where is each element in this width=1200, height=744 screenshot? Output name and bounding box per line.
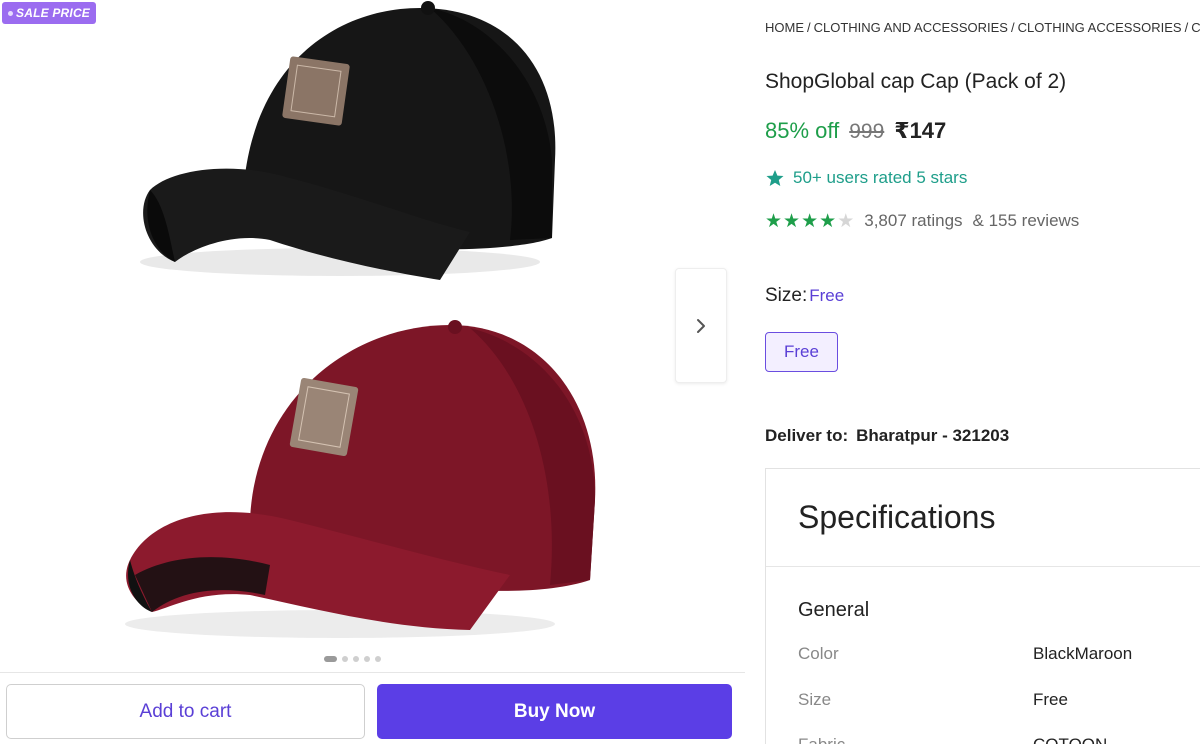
ratings-summary[interactable]: ★ ★ ★ ★ ★ 3,807 ratings & 155 reviews [765,211,1079,231]
spec-value: BlackMaroon [1033,644,1133,663]
buy-now-button[interactable]: Buy Now [377,684,732,739]
add-to-cart-button[interactable]: Add to cart [6,684,365,739]
spec-group-title: General [798,599,870,621]
product-image[interactable] [90,0,650,650]
product-title: ShopGlobal cap Cap (Pack of 2) [765,70,1067,93]
product-gallery: SALE PRICE Add to cart Buy Now [0,0,745,744]
breadcrumb-clothing-and-accessories[interactable]: CLOTHING AND ACCESSORIES [814,20,1008,35]
deliver-to-label: Deliver to: [765,426,849,445]
price-row: 85% off 999 ₹147 [765,118,946,144]
pagination-dot[interactable] [342,656,348,662]
pagination-dot[interactable] [353,656,359,662]
size-label-text: Size: [765,285,808,306]
star-filled-icon: ★ [819,210,837,232]
size-option-free[interactable]: Free [765,332,838,372]
spec-key: Size [798,690,832,709]
breadcrumb-home[interactable]: HOME [765,20,804,35]
star-filled-icon: ★ [765,210,783,232]
size-label: Size: Free [765,285,844,307]
image-pagination [324,656,381,662]
star-empty-icon: ★ [837,210,855,232]
delivery-location: Bharatpur - 321203 [856,426,1010,445]
specifications-title: Specifications [798,499,996,535]
breadcrumb-clothing-accessories[interactable]: CLOTHING ACCESSORIES [1018,20,1182,35]
product-details: HOME / CLOTHING AND ACCESSORIES / CLOTHING A… [765,0,1200,744]
divider [766,566,1200,567]
spec-row: Fabric COTOON [798,735,1200,744]
sale-price-label: SALE PRICE [16,6,91,20]
star-rating: ★ ★ ★ ★ ★ [765,212,854,231]
star-filled-icon: ★ [783,210,801,232]
ratings-count: 3,807 ratings [864,211,963,230]
pagination-dot[interactable] [324,656,337,662]
spec-key: Color [798,644,839,663]
product-page: SALE PRICE Add to cart Buy Now HOME / CLOT… [0,0,1200,744]
pagination-dot[interactable] [375,656,381,662]
delivery-info[interactable]: Deliver to: Bharatpur - 321203 [765,426,1009,446]
spec-row: Size Free [798,690,1200,714]
breadcrumb: HOME / CLOTHING AND ACCESSORIES / CLOTHING A… [765,20,1200,35]
original-price: 999 [849,120,885,143]
spec-row: Color BlackMaroon [798,644,1200,668]
maroon-cap-image [125,320,596,638]
action-bar: Add to cart Buy Now [0,672,745,744]
sale-price-badge: SALE PRICE [2,2,97,24]
selected-size: Free [809,286,845,305]
pagination-dot[interactable] [364,656,370,662]
sparkle-star-icon [766,170,784,186]
selling-price: ₹147 [894,118,947,143]
chevron-right-icon [697,318,705,333]
spec-key: Fabric [798,735,845,744]
star-filled-icon: ★ [801,210,819,232]
reviews-count: & 155 reviews [972,211,1080,230]
discount-percent: 85% off [765,118,840,143]
breadcrumb-next[interactable]: C [1191,20,1200,35]
badge-dot-icon [8,10,13,16]
rating-banner: 50+ users rated 5 stars [765,168,967,188]
spec-value: COTOON [1033,735,1107,744]
specifications-card: Specifications General Color BlackMaroon… [765,468,1200,744]
next-image-button[interactable] [675,268,727,383]
spec-value: Free [1033,690,1068,709]
black-cap-image [140,1,556,280]
rating-banner-text: 50+ users rated 5 stars [793,168,968,187]
